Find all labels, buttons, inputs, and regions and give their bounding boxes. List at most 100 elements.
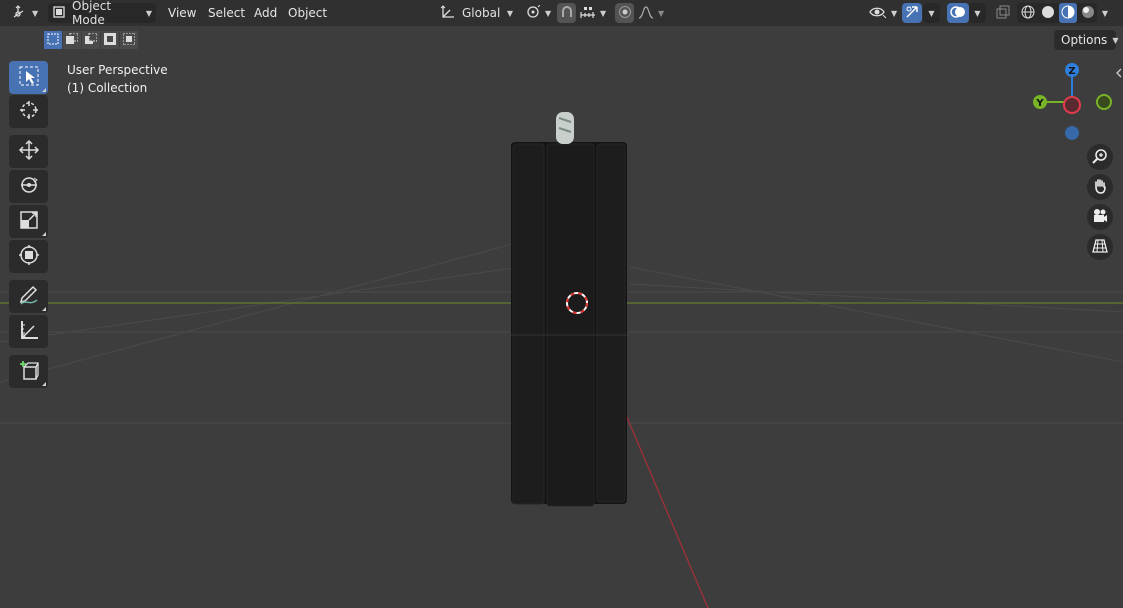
options-dropdown[interactable]: Options ▼ — [1054, 30, 1119, 50]
pan-hand-icon — [1092, 178, 1108, 197]
visibility-icon — [869, 5, 887, 22]
perspective-label: User Perspective — [67, 63, 168, 77]
3d-viewport[interactable]: Z Y User Perspective (1) Collection — [0, 52, 1123, 608]
orientation-label: Global — [462, 6, 501, 20]
menu-add[interactable]: Add — [254, 5, 277, 21]
menu-object[interactable]: Object — [288, 5, 327, 21]
snap-group — [557, 3, 576, 23]
pivot-point-dropdown[interactable]: ▼ — [522, 3, 552, 23]
transform-tool[interactable] — [9, 240, 48, 273]
collection-label: (1) Collection — [67, 81, 148, 95]
select-new-icon — [47, 33, 59, 48]
3d-viewport-icon — [12, 4, 28, 22]
select-box-icon — [18, 65, 40, 90]
chevron-down-icon: ▼ — [891, 8, 898, 18]
rotate-tool[interactable] — [9, 170, 48, 203]
cursor-tool[interactable] — [9, 95, 48, 128]
select-subtract-icon — [85, 32, 98, 48]
gizmo-icon — [905, 5, 919, 22]
annotate-tool[interactable] — [9, 280, 48, 313]
orientation-icon — [440, 4, 456, 22]
material-preview-shading-icon — [1061, 5, 1075, 22]
camera-view-icon — [1092, 208, 1108, 227]
proportional-group — [615, 3, 634, 23]
solid-shading-icon — [1041, 5, 1055, 22]
pan-button[interactable] — [1087, 174, 1113, 200]
move-tool[interactable] — [9, 135, 48, 168]
rendered-shading-button[interactable] — [1078, 3, 1097, 23]
chevron-down-icon: ▼ — [145, 8, 152, 18]
move-icon — [18, 139, 40, 164]
falloff-dropdown[interactable]: ▼ — [636, 3, 666, 23]
visibility-dropdown[interactable]: ▼ — [866, 3, 898, 23]
snap-target-dropdown[interactable]: ▼ — [578, 3, 608, 23]
overlay-icon — [950, 5, 966, 22]
tool-options-corner — [42, 382, 46, 386]
transform-icon — [18, 244, 40, 269]
chevron-down-icon: ▼ — [974, 8, 981, 18]
gizmo-neg-y[interactable] — [1096, 94, 1112, 110]
gizmo-toggle[interactable] — [902, 3, 922, 23]
wireframe-shading-button[interactable] — [1019, 3, 1038, 23]
pivot-point-icon — [525, 4, 541, 22]
material-preview-shading-button[interactable] — [1058, 3, 1078, 23]
menu-select[interactable]: Select — [208, 5, 245, 21]
scale-tool[interactable] — [9, 205, 48, 238]
viewport-info: User Perspective (1) Collection — [67, 61, 168, 97]
gizmo-dropdown[interactable]: ▼ — [923, 3, 940, 23]
scale-icon — [18, 209, 40, 234]
select-subtract-button[interactable] — [82, 31, 100, 49]
chevron-down-icon: ▼ — [1112, 35, 1119, 45]
select-intersect-button[interactable] — [120, 31, 138, 49]
add-cube-icon — [18, 359, 40, 384]
gizmo-z-label: Z — [1068, 66, 1075, 77]
object-mode-icon — [52, 5, 66, 22]
transform-orientation-dropdown[interactable]: Global ▼ — [437, 3, 515, 23]
shading-options-dropdown[interactable]: ▼ — [1098, 3, 1112, 23]
select-difference-button[interactable] — [101, 31, 119, 49]
camera-view-button[interactable] — [1087, 204, 1113, 230]
proportional-editing-icon — [618, 5, 632, 22]
mode-label: Object Mode — [72, 0, 112, 27]
cursor-icon — [18, 99, 40, 124]
chevron-down-icon: ▼ — [600, 8, 607, 18]
add-cube-tool[interactable] — [9, 355, 48, 388]
select-new-button[interactable] — [44, 31, 62, 49]
ortho-toggle-button[interactable] — [1087, 234, 1113, 260]
mode-dropdown[interactable]: Object Mode ▼ — [48, 0, 156, 27]
solid-shading-button[interactable] — [1039, 3, 1058, 23]
proportional-editing-toggle[interactable] — [615, 3, 634, 23]
selection-mode-group — [44, 31, 138, 49]
ortho-grid-icon — [1092, 238, 1108, 257]
measure-tool[interactable] — [9, 315, 48, 348]
select-extend-button[interactable] — [63, 31, 81, 49]
navigation-gizmo[interactable]: Z Y — [1033, 63, 1112, 140]
select-difference-icon — [104, 32, 116, 48]
chevron-down-icon: ▼ — [32, 8, 39, 18]
snap-icon — [560, 5, 574, 22]
tool-options-corner — [42, 232, 46, 236]
measure-icon — [18, 319, 40, 344]
xray-toggle[interactable] — [993, 3, 1013, 23]
snap-toggle[interactable] — [557, 3, 576, 23]
viewport-header: ▼ Object Mode ▼ View Select Add Object G… — [0, 0, 1123, 27]
gizmo-neg-z[interactable] — [1065, 126, 1079, 140]
shading-mode-group — [1017, 3, 1097, 23]
viewport-scene: Z Y — [0, 63, 1123, 608]
chevron-down-icon: ▼ — [658, 8, 665, 18]
chevron-down-icon: ▼ — [928, 8, 935, 18]
menu-view[interactable]: View — [168, 5, 196, 21]
chevron-down-icon: ▼ — [506, 8, 513, 18]
overlay-dropdown[interactable]: ▼ — [969, 3, 986, 23]
overlay-toggle[interactable] — [947, 3, 969, 23]
tool-options-corner — [42, 88, 46, 92]
select-box-tool[interactable] — [9, 61, 48, 94]
zoom-button[interactable] — [1087, 144, 1113, 170]
editor-type-button[interactable]: ▼ — [9, 3, 39, 23]
select-extend-icon — [66, 32, 79, 48]
zoom-icon — [1092, 148, 1108, 167]
falloff-icon — [638, 5, 654, 22]
snap-increment-icon — [580, 5, 596, 22]
sidebar-expand-icon[interactable] — [1116, 68, 1122, 78]
gizmo-x[interactable] — [1063, 96, 1081, 114]
